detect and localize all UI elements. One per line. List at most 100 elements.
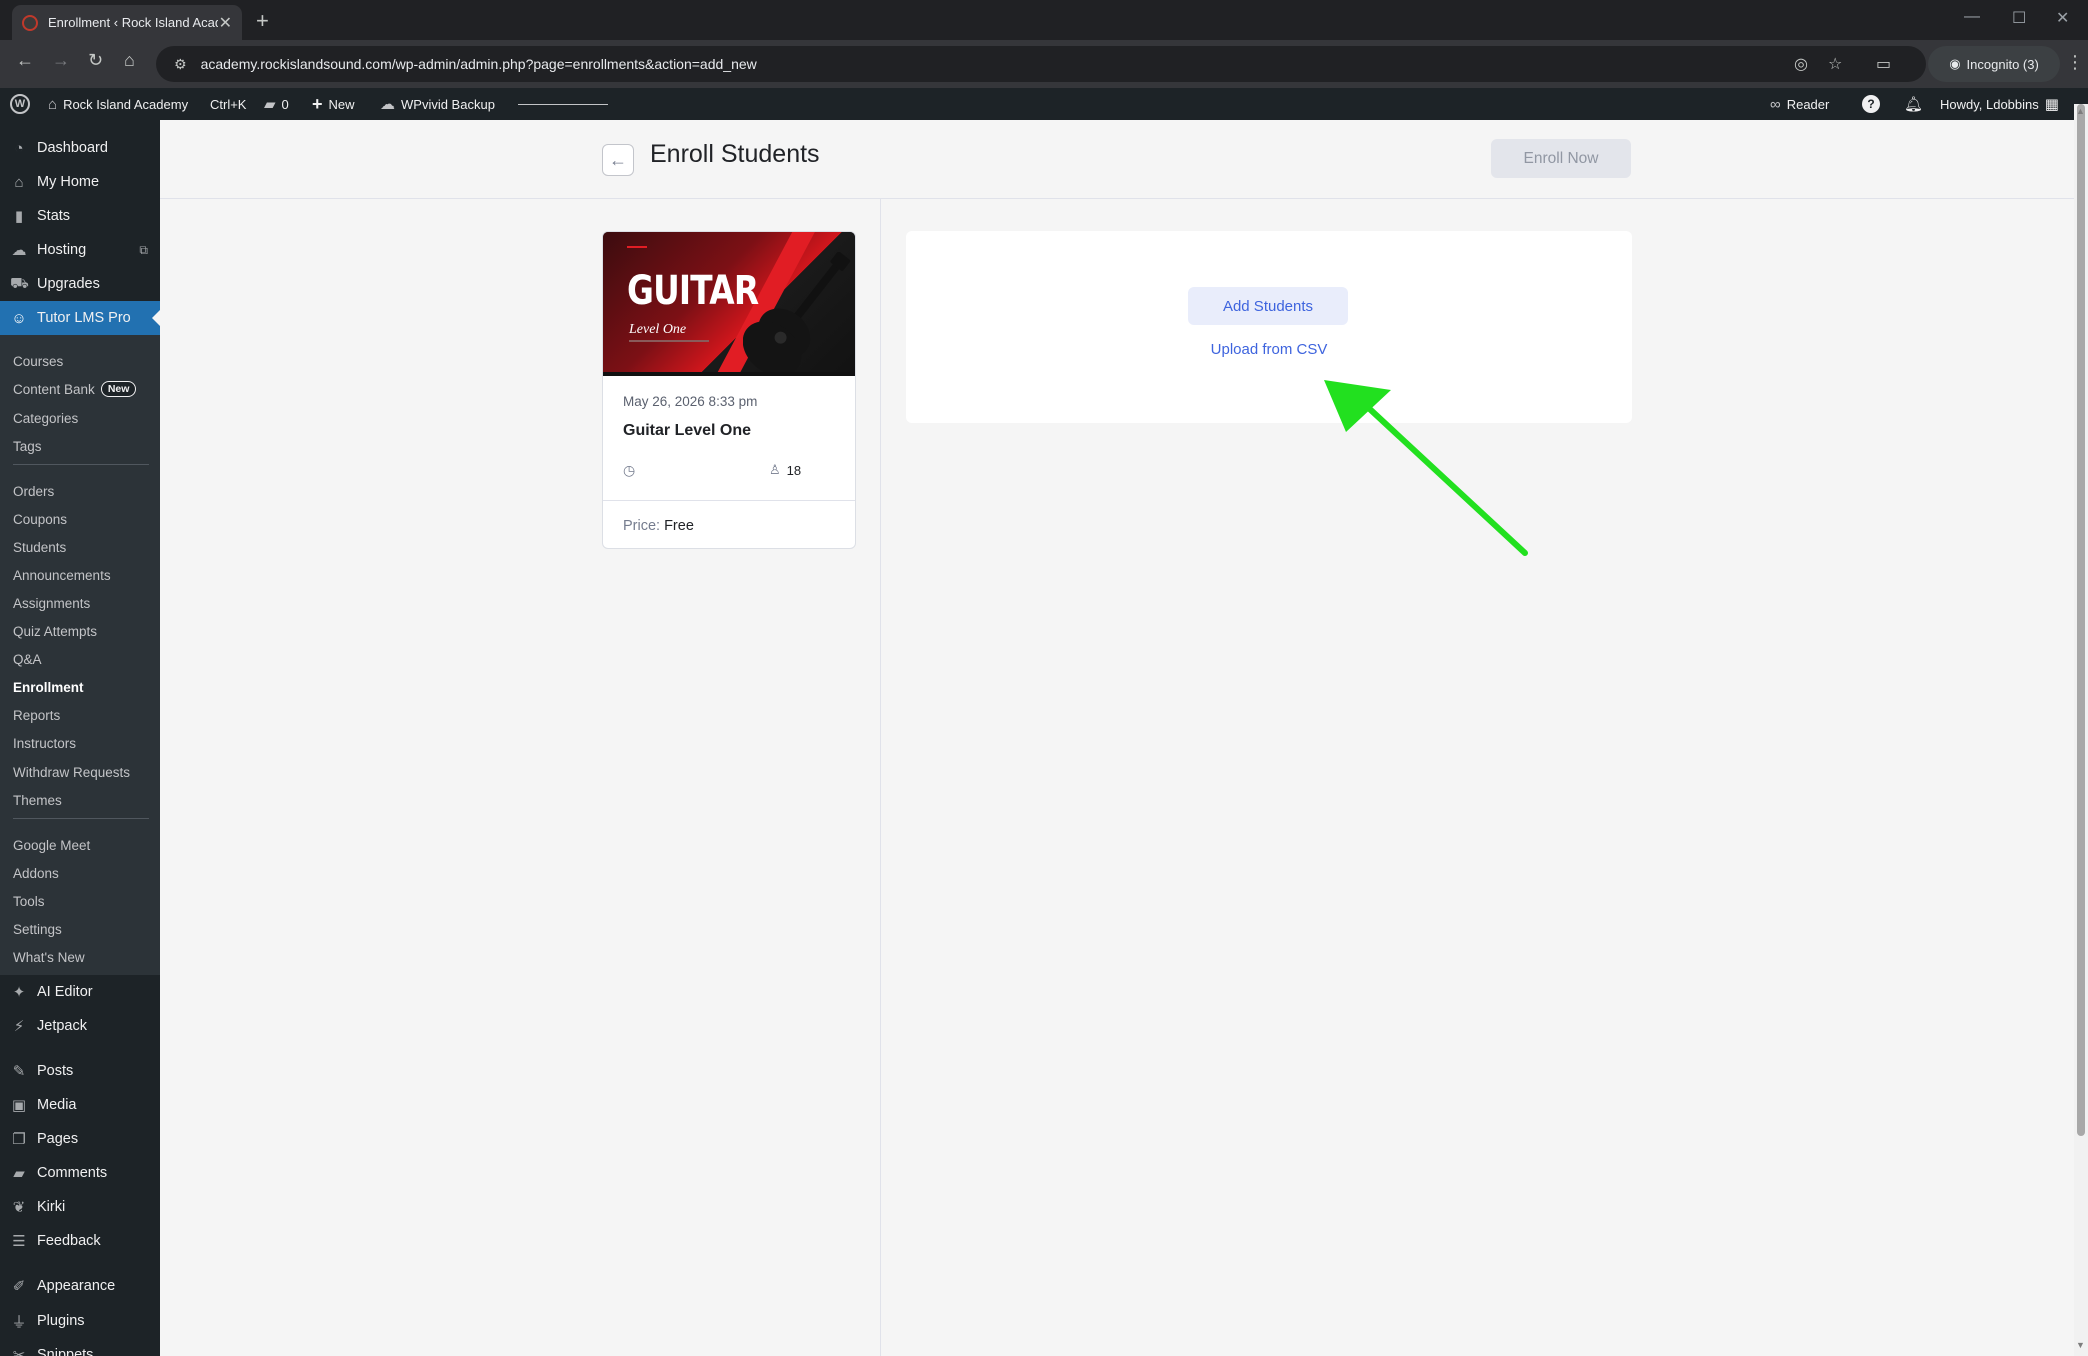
sidebar-item-kirki[interactable]: ❦ Kirki	[0, 1190, 160, 1224]
submenu-label: Coupons	[13, 511, 68, 527]
sidebar-item-upgrades[interactable]: ⛟ Upgrades	[0, 267, 160, 301]
submenu-assignments[interactable]: Assignments	[13, 589, 90, 617]
submenu-quiz-attempts[interactable]: Quiz Attempts	[13, 617, 97, 645]
sidebar-item-posts[interactable]: ✎ Posts	[0, 1054, 160, 1088]
student-count: ♙ 18	[769, 462, 801, 478]
wp-logo-menu[interactable]: W	[10, 88, 30, 120]
sidebar-item-comments[interactable]: ▰ Comments	[0, 1156, 160, 1190]
scissors-icon: ✂	[12, 1347, 26, 1356]
cast-icon[interactable]: ▭	[1876, 54, 1891, 74]
sidebar-item-my-home[interactable]: ⌂ My Home	[0, 165, 160, 199]
submenu-content-bank[interactable]: Content Bank New	[13, 375, 137, 403]
submenu-label: Reports	[13, 707, 61, 723]
close-window-icon[interactable]: ✕	[2056, 8, 2069, 28]
browser-menu-icon[interactable]: ⋮	[2066, 52, 2084, 73]
add-students-button[interactable]: Add Students	[1188, 287, 1348, 325]
submenu-reports[interactable]: Reports	[13, 701, 60, 729]
close-tab-icon[interactable]: ✕	[219, 13, 232, 33]
scroll-up-icon[interactable]: ▲	[2076, 106, 2085, 116]
scrollbar-thumb[interactable]	[2077, 104, 2085, 1136]
submenu-addons[interactable]: Addons	[13, 859, 59, 887]
incognito-badge[interactable]: ◉ Incognito (3)	[1928, 46, 2060, 82]
forward-icon[interactable]: →	[52, 50, 70, 71]
sidebar-item-jetpack[interactable]: ⚡ Jetpack	[0, 1009, 160, 1043]
new-tab-icon[interactable]: +	[256, 8, 269, 34]
stats-icon: ▮	[14, 208, 24, 225]
submenu-orders[interactable]: Orders	[13, 477, 54, 505]
admin-sidebar: ◔ Dashboard ⌂ My Home ▮ Stats ☁ Hosting …	[0, 120, 160, 1356]
submenu-tools[interactable]: Tools	[13, 887, 45, 915]
submenu-enrollment[interactable]: Enrollment	[13, 673, 84, 701]
incognito-label: Incognito (3)	[1966, 56, 2039, 72]
submenu-whats-new[interactable]: What's New	[13, 943, 85, 971]
sidebar-item-label: Plugins	[37, 1313, 85, 1329]
minimize-icon[interactable]: —	[1964, 8, 1980, 26]
sidebar-item-label: Hosting	[37, 242, 87, 258]
address-bar[interactable]: ⚙ academy.rockislandsound.com/wp-admin/a…	[156, 46, 1926, 82]
sidebar-item-feedback[interactable]: ☰ Feedback	[0, 1224, 160, 1258]
submenu-coupons[interactable]: Coupons	[13, 505, 67, 533]
url-text: academy.rockislandsound.com/wp-admin/adm…	[200, 56, 757, 72]
sidebar-item-hosting[interactable]: ☁ Hosting ⧉	[0, 233, 160, 267]
browser-tab-bar: Enrollment ‹ Rock Island Acade ✕ + — ☐ ✕	[0, 0, 2088, 40]
notifications-link[interactable]: 🔔︎	[1904, 88, 1923, 120]
comments-link[interactable]: ▰ 0	[264, 88, 289, 120]
submenu-instructors[interactable]: Instructors	[13, 729, 76, 757]
course-price: Price: Free	[603, 500, 855, 548]
reload-icon[interactable]: ↻	[88, 50, 103, 71]
enroll-now-button[interactable]: Enroll Now	[1491, 139, 1631, 178]
submenu-students[interactable]: Students	[13, 533, 66, 561]
submenu-label: What's New	[13, 949, 85, 965]
site-name-link[interactable]: ⌂ Rock Island Academy	[48, 88, 188, 120]
comment-icon: ▰	[264, 96, 276, 113]
comments-count: 0	[281, 96, 289, 112]
sidebar-item-tutor-lms-pro[interactable]: ☺ Tutor LMS Pro	[0, 301, 160, 335]
sidebar-item-stats[interactable]: ▮ Stats	[0, 199, 160, 233]
maximize-icon[interactable]: ☐	[2012, 8, 2026, 28]
sidebar-item-pages[interactable]: ❐ Pages	[0, 1122, 160, 1156]
site-info-icon[interactable]: ⚙	[174, 56, 187, 73]
sidebar-item-label: Pages	[37, 1131, 79, 1147]
sidebar-item-snippets[interactable]: ✂ Snippets	[0, 1338, 160, 1356]
submenu-qa[interactable]: Q&A	[13, 645, 42, 673]
eye-off-icon[interactable]: ◎	[1794, 54, 1808, 74]
back-icon[interactable]: ←	[16, 50, 34, 71]
sidebar-item-appearance[interactable]: ✐ Appearance	[0, 1269, 160, 1303]
sidebar-item-plugins[interactable]: ⏚ Plugins	[0, 1304, 160, 1338]
submenu-settings[interactable]: Settings	[13, 915, 62, 943]
submenu-announcements[interactable]: Announcements	[13, 561, 111, 589]
sidebar-item-ai-editor[interactable]: ✦ AI Editor	[0, 975, 160, 1009]
guitar-icon	[743, 252, 851, 376]
incognito-icon: ◉	[1949, 56, 1961, 71]
scroll-down-icon[interactable]: ▼	[2076, 1340, 2085, 1350]
new-content-link[interactable]: + New	[312, 88, 355, 120]
course-card[interactable]: GUITAR Level One May 26, 2026 8:33 pm Gu…	[602, 231, 856, 549]
submenu-google-meet[interactable]: Google Meet	[13, 831, 90, 859]
course-title: Guitar Level One	[623, 422, 752, 439]
star-icon[interactable]: ☆	[1828, 54, 1842, 74]
account-menu[interactable]: Howdy, Ldobbins ▦	[1940, 88, 2059, 120]
sidebar-item-label: My Home	[37, 174, 100, 190]
home-icon[interactable]: ⌂	[124, 50, 135, 71]
submenu-categories[interactable]: Categories	[13, 404, 78, 432]
help-link[interactable]: ?	[1862, 88, 1880, 120]
submenu-courses[interactable]: Courses	[13, 347, 63, 375]
site-name: Rock Island Academy	[63, 96, 189, 112]
help-icon: ?	[1862, 95, 1880, 113]
sidebar-item-dashboard[interactable]: ◔ Dashboard	[0, 131, 160, 165]
sidebar-item-media[interactable]: ▣ Media	[0, 1088, 160, 1122]
reader-link[interactable]: ∞ Reader	[1770, 88, 1829, 120]
browser-tab[interactable]: Enrollment ‹ Rock Island Acade ✕	[12, 5, 242, 40]
cloud-icon: ☁	[11, 242, 27, 259]
back-button[interactable]: ←	[602, 144, 634, 176]
external-link-icon: ⧉	[139, 242, 148, 257]
wpvivid-backup-link[interactable]: ☁ WPvivid Backup	[380, 88, 495, 120]
submenu-withdraw-requests[interactable]: Withdraw Requests	[13, 758, 130, 786]
submenu-themes[interactable]: Themes	[13, 786, 62, 814]
command-palette-shortcut[interactable]: Ctrl+K	[210, 88, 246, 120]
price-label: Price:	[623, 517, 661, 534]
admin-search-input[interactable]	[518, 104, 608, 105]
site-favicon-icon	[22, 14, 38, 31]
upload-from-csv-link[interactable]: Upload from CSV	[906, 341, 1632, 358]
submenu-tags[interactable]: Tags	[13, 432, 42, 460]
